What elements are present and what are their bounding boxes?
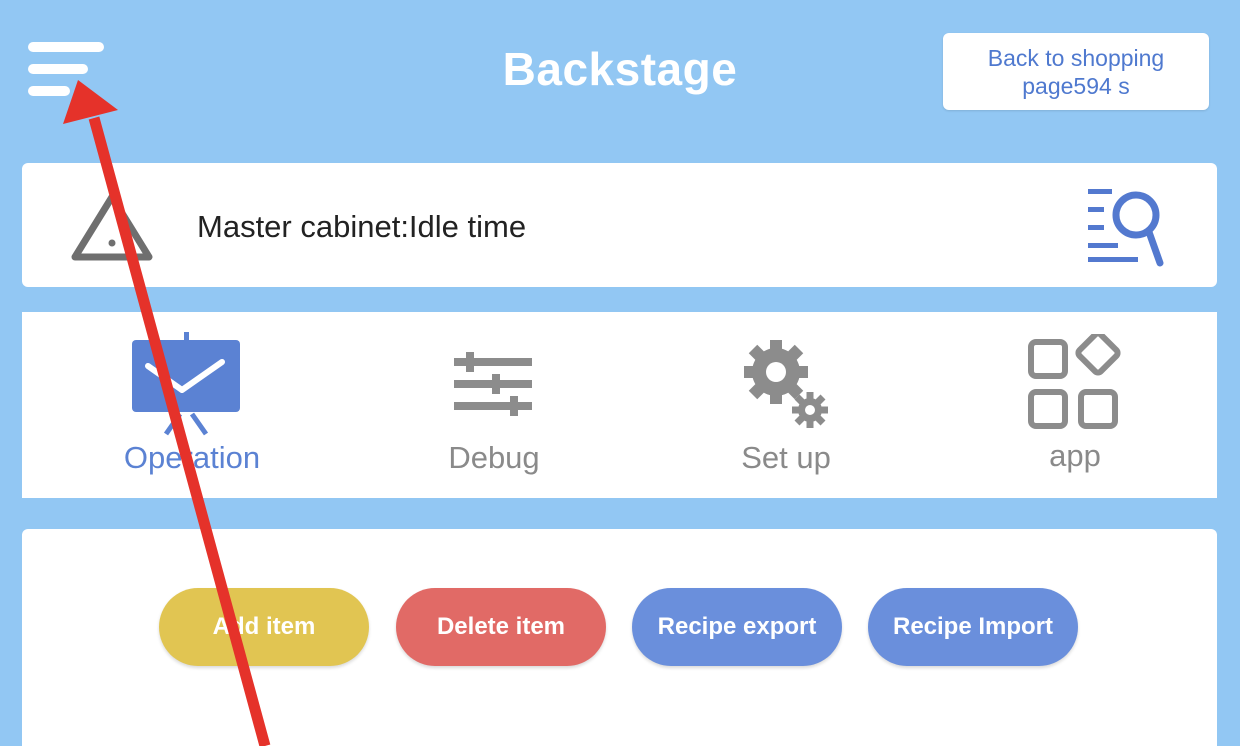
list-search-icon[interactable]	[1084, 185, 1168, 267]
status-card: Master cabinet:Idle time	[22, 163, 1217, 287]
tab-debug-label: Debug	[448, 440, 540, 475]
tab-setup-label: Set up	[741, 440, 831, 475]
back-to-shopping-button[interactable]: Back to shopping page594 s	[943, 33, 1209, 110]
tab-app[interactable]: app	[965, 312, 1185, 498]
tab-debug[interactable]: Debug	[384, 312, 604, 498]
tab-app-label: app	[1049, 438, 1101, 473]
header-bar: Backstage Back to shopping page594 s	[0, 0, 1240, 150]
delete-item-button[interactable]: Delete item	[396, 588, 606, 666]
back-button-line2: page594 s	[1022, 72, 1130, 99]
tab-bar: Operation Debug Set up app	[22, 312, 1217, 498]
gears-icon	[744, 340, 828, 428]
content-panel: Add item Delete item Recipe export Recip…	[22, 529, 1217, 746]
back-button-line1: Back to shopping	[987, 44, 1165, 71]
sliders-icon	[454, 352, 532, 416]
warning-triangle-icon	[71, 193, 153, 261]
tab-setup[interactable]: Set up	[676, 312, 896, 498]
tab-operation-label: Operation	[123, 440, 261, 475]
recipe-import-button[interactable]: Recipe Import	[868, 588, 1078, 666]
tab-operation[interactable]: Operation	[82, 312, 302, 498]
apps-grid-icon	[1028, 334, 1121, 429]
presentation-board-icon	[132, 332, 240, 436]
add-item-button[interactable]: Add item	[159, 588, 369, 666]
recipe-export-button[interactable]: Recipe export	[632, 588, 842, 666]
status-text: Master cabinet:Idle time	[197, 209, 527, 244]
